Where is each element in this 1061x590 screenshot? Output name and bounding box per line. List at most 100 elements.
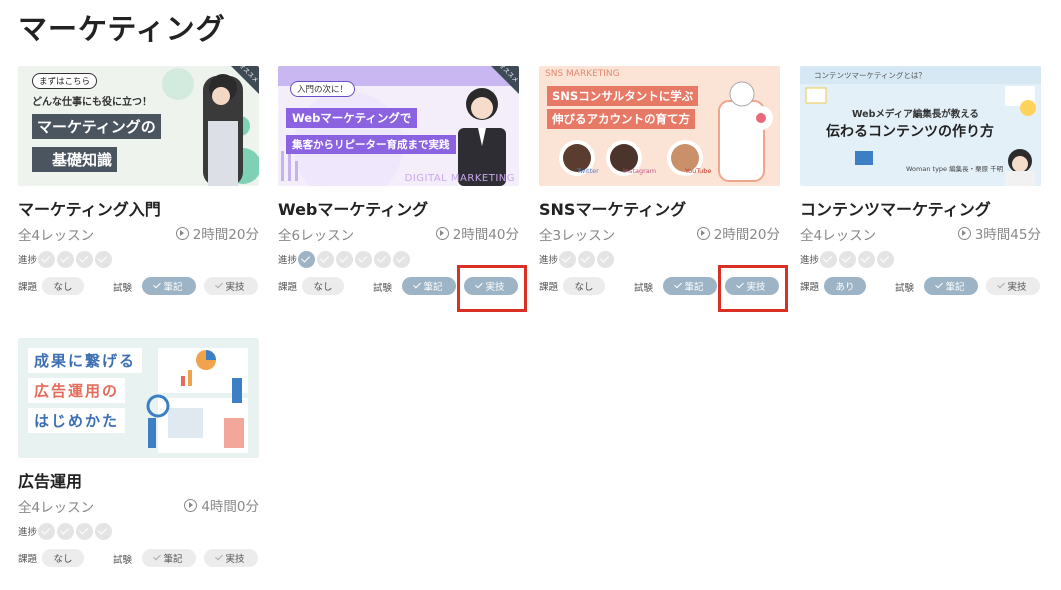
exam-practical-label: 実技 xyxy=(225,554,245,565)
course-card[interactable]: 成果に繋げる 広告運用の はじめかた 広告運用 全4レッスン 4時間0分 進捗 … xyxy=(18,338,259,567)
section-title: マーケティング xyxy=(18,12,226,46)
play-icon xyxy=(184,498,198,512)
thumb-line1: Webマーケティングで xyxy=(286,108,418,128)
thumb-line1: どんな仕事にも役に立つ！ xyxy=(32,97,152,108)
course-title[interactable]: 広告運用 xyxy=(18,468,259,491)
exam-written-badge: 筆記 xyxy=(142,549,196,567)
progress-check-icon xyxy=(317,250,334,268)
play-icon xyxy=(175,226,189,240)
progress-check-icon xyxy=(57,250,74,268)
course-title[interactable]: SNSマーケティング xyxy=(539,196,780,219)
progress-dots xyxy=(820,250,894,268)
play-icon xyxy=(696,226,710,240)
progress-check-icon xyxy=(858,250,875,268)
exam-written-label: 筆記 xyxy=(945,282,965,293)
progress-check-icon xyxy=(95,522,112,540)
exam-label: 試験 xyxy=(113,555,133,566)
progress-check-icon xyxy=(393,250,410,268)
progress-check-icon xyxy=(298,250,315,268)
thumb-line1: Webメディア編集長が教える xyxy=(852,109,979,120)
exam-written-badge: 筆記 xyxy=(402,277,456,295)
thumb-footer: DIGITAL MARKETING xyxy=(404,173,515,184)
exam-practical-label: 実技 xyxy=(1007,282,1027,293)
progress-dots xyxy=(559,250,614,268)
lesson-count: 全4レッスン xyxy=(18,500,95,516)
sns-name-1: Twitter xyxy=(577,167,599,175)
progress-check-icon xyxy=(76,250,93,268)
thumb-line2: マーケティングの xyxy=(32,114,161,139)
exam-practical-badge: 実技 xyxy=(204,549,258,567)
course-title[interactable]: コンテンツマーケティング xyxy=(800,196,1041,219)
progress-check-icon xyxy=(76,522,93,540)
progress-check-icon xyxy=(95,250,112,268)
thumb-tag: コンテンツマーケティングとは？ xyxy=(814,71,926,80)
course-card[interactable]: まずはこちら どんな仕事にも役に立つ！ マーケティングの 基礎知識 オススメ マ… xyxy=(18,66,259,295)
course-thumbnail[interactable]: 成果に繋げる 広告運用の はじめかた xyxy=(18,338,259,458)
progress-check-icon xyxy=(877,250,894,268)
check-icon xyxy=(674,280,683,289)
sns-name-2: Instagram xyxy=(623,167,657,175)
progress-check-icon xyxy=(57,522,74,540)
progress-label: 進捗 xyxy=(18,255,38,266)
highlight-box xyxy=(457,265,527,312)
progress-check-icon xyxy=(355,250,372,268)
progress-dots xyxy=(38,250,112,268)
progress-dots xyxy=(298,250,410,268)
exam-label: 試験 xyxy=(634,283,654,294)
exam-written-label: 筆記 xyxy=(163,554,183,565)
course-card[interactable]: コンテンツマーケティングとは？ Webメディア編集長が教える 伝わるコンテンツの… xyxy=(800,66,1041,295)
check-icon xyxy=(153,280,162,289)
task-badge: なし xyxy=(302,277,344,295)
course-thumbnail[interactable]: 入門の次に！ Webマーケティングで 集客からリピーター育成まで実践 DIGIT… xyxy=(278,66,519,186)
progress-check-icon xyxy=(559,250,576,268)
lesson-count: 全4レッスン xyxy=(800,228,877,244)
progress-label: 進捗 xyxy=(800,255,820,266)
course-card[interactable]: 入門の次に！ Webマーケティングで 集客からリピーター育成まで実践 DIGIT… xyxy=(278,66,519,295)
exam-written-badge: 筆記 xyxy=(142,277,196,295)
course-title[interactable]: マーケティング入門 xyxy=(18,196,259,219)
thumb-line2: 伝わるコンテンツの作り方 xyxy=(826,124,994,140)
progress-check-icon xyxy=(597,250,614,268)
sns-name-3: YouTube xyxy=(685,167,712,175)
course-thumbnail[interactable]: まずはこちら どんな仕事にも役に立つ！ マーケティングの 基礎知識 オススメ xyxy=(18,66,259,186)
thumb-line2: 広告運用の xyxy=(28,378,126,403)
task-label: 課題 xyxy=(278,282,298,293)
exam-practical-badge: 実技 xyxy=(204,277,258,295)
thumb-tag: 入門の次に！ xyxy=(290,81,356,97)
course-thumbnail[interactable]: コンテンツマーケティングとは？ Webメディア編集長が教える 伝わるコンテンツの… xyxy=(800,66,1041,186)
course-title[interactable]: Webマーケティング xyxy=(278,196,519,219)
progress-check-icon xyxy=(336,250,353,268)
task-badge: なし xyxy=(42,549,84,567)
duration: 2時間20分 xyxy=(713,227,780,243)
duration: 2時間40分 xyxy=(452,227,519,243)
task-label: 課題 xyxy=(539,282,559,293)
thumb-line2: 集客からリピーター育成まで実践 xyxy=(286,135,456,154)
exam-written-badge: 筆記 xyxy=(663,277,717,295)
duration: 4時間0分 xyxy=(201,499,259,515)
duration: 2時間20分 xyxy=(192,227,259,243)
progress-check-icon xyxy=(578,250,595,268)
duration: 3時間45分 xyxy=(974,227,1041,243)
lesson-count: 全3レッスン xyxy=(539,228,616,244)
exam-label: 試験 xyxy=(373,283,393,294)
thumb-line2: 伸びるアカウントの育て方 xyxy=(547,109,695,129)
exam-label: 試験 xyxy=(113,283,133,294)
thumb-line3: はじめかた xyxy=(28,408,126,433)
progress-label: 進捗 xyxy=(539,255,559,266)
exam-written-label: 筆記 xyxy=(684,282,704,293)
progress-check-icon xyxy=(374,250,391,268)
thumb-line1: SNSコンサルタントに学ぶ xyxy=(547,86,699,106)
progress-check-icon xyxy=(38,522,55,540)
check-icon xyxy=(997,280,1006,289)
check-icon xyxy=(935,280,944,289)
check-icon xyxy=(153,552,162,561)
course-thumbnail[interactable]: SNS MARKETING SNSコンサルタントに学ぶ 伸びるアカウントの育て方… xyxy=(539,66,780,186)
exam-practical-badge: 実技 xyxy=(986,277,1040,295)
exam-written-label: 筆記 xyxy=(423,282,443,293)
thumb-line1: 成果に繋げる xyxy=(28,348,143,373)
course-card[interactable]: SNS MARKETING SNSコンサルタントに学ぶ 伸びるアカウントの育て方… xyxy=(539,66,780,295)
lesson-count: 全4レッスン xyxy=(18,228,95,244)
thumb-header: SNS MARKETING xyxy=(545,69,620,79)
progress-check-icon xyxy=(820,250,837,268)
task-badge: なし xyxy=(42,277,84,295)
